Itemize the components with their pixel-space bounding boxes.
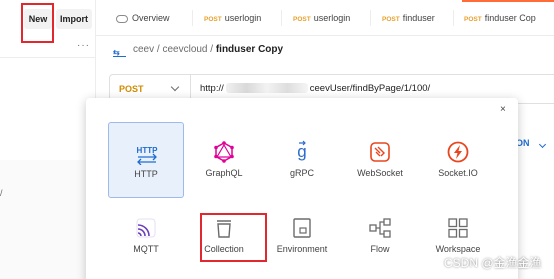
breadcrumb-workspace[interactable]: ceev <box>133 44 154 55</box>
breadcrumb: ceev / ceevcloud / finduser Copy <box>133 44 283 55</box>
grpc-icon: g <box>297 140 307 161</box>
new-mqtt-tile[interactable]: MQTT <box>108 198 184 274</box>
new-http-tile[interactable]: HTTP HTTP <box>108 122 184 198</box>
send-button-partial[interactable]: ON <box>516 138 530 148</box>
svg-text:HTTP: HTTP <box>137 146 159 155</box>
import-button[interactable]: Import <box>56 9 92 29</box>
tile-label: Flow <box>370 244 390 254</box>
annotation-highlight-collection <box>200 213 267 262</box>
new-websocket-tile[interactable]: WebSocket <box>342 122 418 198</box>
tile-label: Environment <box>276 244 328 254</box>
workspace-icon <box>448 218 468 238</box>
tab-label: userlogin <box>313 13 351 23</box>
tile-label: gRPC <box>289 168 314 178</box>
tile-label: Socket.IO <box>438 168 478 178</box>
redacted-host <box>225 83 308 94</box>
socketio-icon <box>447 141 469 163</box>
tile-label: Workspace <box>435 244 481 254</box>
sidebar-tree-area <box>0 160 96 279</box>
tab-bar: Overview POST userlogin POST userlogin POS… <box>96 0 554 36</box>
tab-method: POST <box>382 16 400 23</box>
watermark: CSDN @金渔金渔 <box>444 256 542 270</box>
mqtt-icon <box>136 218 156 238</box>
http-icon: HTTP <box>137 146 159 165</box>
http-request-icon: ⇆ <box>113 48 126 57</box>
sidebar-divider <box>0 57 96 58</box>
tile-label: HTTP <box>134 169 158 179</box>
breadcrumb-separator: / <box>210 44 214 55</box>
tile-label: MQTT <box>133 244 159 254</box>
graphql-icon <box>214 141 234 163</box>
environment-icon <box>293 218 311 238</box>
new-flow-tile[interactable]: Flow <box>342 198 418 274</box>
new-environment-tile[interactable]: Environment <box>264 198 340 274</box>
tab-divider <box>192 10 193 26</box>
tab-finduser-copy[interactable]: POST finduser Cop <box>462 0 554 36</box>
chevron-down-icon[interactable] <box>538 140 547 149</box>
flow-icon <box>369 218 391 238</box>
tab-label: userlogin <box>224 13 262 23</box>
tab-method: POST <box>464 16 482 23</box>
url-start: http:// <box>200 83 224 94</box>
tab-divider <box>281 10 282 26</box>
sidebar-partial-text: / <box>0 188 3 198</box>
overview-icon <box>116 14 128 23</box>
svg-text:⇆: ⇆ <box>113 48 120 57</box>
svg-text:g: g <box>297 142 306 161</box>
url-end: ceevUser/findByPage/1/100/ <box>309 83 431 94</box>
tab-divider <box>370 10 371 26</box>
annotation-highlight-new <box>21 3 54 43</box>
breadcrumb-current[interactable]: finduser Copy <box>216 44 283 55</box>
websocket-icon <box>370 142 390 162</box>
tab-label: finduser <box>402 13 435 23</box>
breadcrumb-collection[interactable]: ceevcloud <box>162 44 207 55</box>
more-options-icon[interactable]: ··· <box>77 40 90 51</box>
new-grpc-tile[interactable]: g gRPC <box>264 122 340 198</box>
new-socketio-tile[interactable]: Socket.IO <box>420 122 496 198</box>
tab-divider <box>453 10 454 26</box>
tab-userlogin-1[interactable]: POST userlogin <box>204 0 284 36</box>
tab-method: POST <box>293 16 311 23</box>
tile-label: WebSocket <box>357 168 403 178</box>
breadcrumb-separator: / <box>156 44 160 55</box>
tab-finduser[interactable]: POST finduser <box>382 0 454 36</box>
tab-userlogin-2[interactable]: POST userlogin <box>293 0 373 36</box>
tab-label: Overview <box>132 13 170 23</box>
tab-label: finduser Cop <box>484 13 536 23</box>
tab-overview[interactable]: Overview <box>116 0 194 36</box>
new-graphql-tile[interactable]: GraphQL <box>186 122 262 198</box>
close-icon[interactable]: × <box>500 104 506 115</box>
tab-method: POST <box>204 16 222 23</box>
tile-label: GraphQL <box>205 168 243 178</box>
chevron-down-icon[interactable] <box>170 82 180 92</box>
